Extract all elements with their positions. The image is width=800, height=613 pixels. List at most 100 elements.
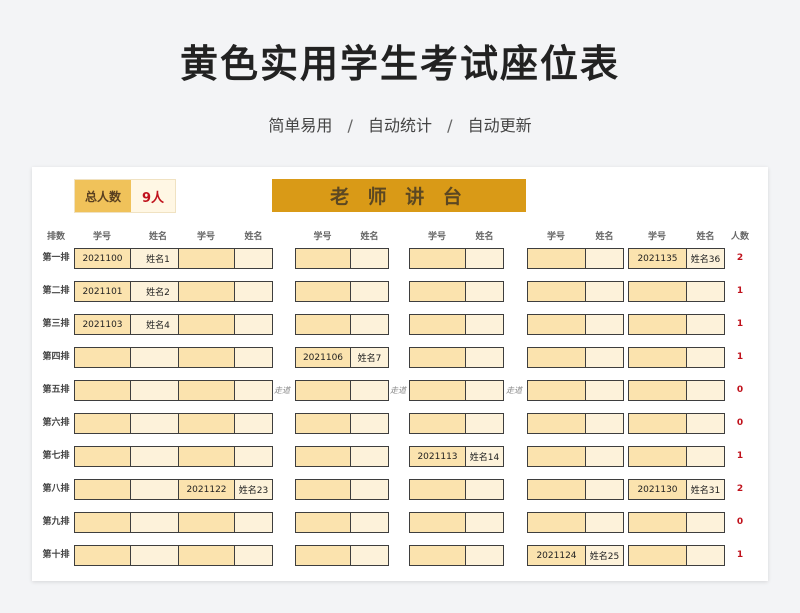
seat-student-name — [466, 282, 503, 301]
seat-student-name — [466, 381, 503, 400]
seat-student-id — [410, 414, 466, 433]
seat-student-name — [235, 414, 272, 433]
seat-cell[interactable] — [178, 545, 273, 566]
row-label: 第五排 — [42, 385, 70, 395]
seat-cell[interactable]: 2021101 姓名2 — [74, 281, 186, 302]
seat-cell[interactable]: 2021135 姓名36 — [628, 248, 725, 269]
seat-student-name — [351, 315, 388, 334]
seat-student-name — [351, 381, 388, 400]
seat-cell[interactable] — [527, 479, 624, 500]
seat-cell[interactable] — [409, 248, 504, 269]
seat-student-id — [629, 282, 687, 301]
seat-student-name — [235, 282, 272, 301]
seat-cell[interactable] — [295, 545, 389, 566]
header-student-id: 学号 — [427, 232, 446, 242]
seat-cell[interactable] — [178, 281, 273, 302]
seat-student-id — [75, 414, 131, 433]
row-label: 第三排 — [42, 319, 70, 329]
seat-cell[interactable]: 2021130 姓名31 — [628, 479, 725, 500]
seat-cell[interactable] — [295, 413, 389, 434]
seat-cell[interactable] — [295, 512, 389, 533]
seat-student-name — [131, 447, 185, 466]
seat-student-id: 2021122 — [179, 480, 235, 499]
seat-cell[interactable] — [409, 281, 504, 302]
seat-cell[interactable] — [74, 380, 186, 401]
seat-cell[interactable] — [74, 347, 186, 368]
seat-cell[interactable] — [409, 380, 504, 401]
seat-student-name — [131, 513, 185, 532]
seat-cell[interactable] — [178, 446, 273, 467]
seat-cell[interactable] — [74, 413, 186, 434]
seat-cell[interactable] — [628, 512, 725, 533]
seat-student-id — [410, 249, 466, 268]
seat-cell[interactable] — [178, 512, 273, 533]
seat-student-id — [75, 381, 131, 400]
seat-cell[interactable] — [628, 281, 725, 302]
seat-cell[interactable] — [295, 479, 389, 500]
seat-cell[interactable] — [527, 248, 624, 269]
seat-student-name — [586, 513, 623, 532]
seat-cell[interactable] — [178, 248, 273, 269]
seat-cell[interactable] — [628, 314, 725, 335]
seat-cell[interactable]: 2021122 姓名23 — [178, 479, 273, 500]
seat-cell[interactable] — [74, 545, 186, 566]
seat-cell[interactable] — [527, 413, 624, 434]
seat-student-id — [75, 480, 131, 499]
seat-cell[interactable] — [409, 347, 504, 368]
seat-cell[interactable] — [628, 446, 725, 467]
seat-student-id: 2021103 — [75, 315, 131, 334]
seat-cell[interactable] — [628, 347, 725, 368]
seat-student-id — [629, 315, 687, 334]
seat-cell[interactable]: 2021103 姓名4 — [74, 314, 186, 335]
seat-student-id — [296, 282, 351, 301]
seat-cell[interactable] — [409, 545, 504, 566]
header-student-id: 学号 — [647, 232, 666, 242]
seat-cell[interactable] — [628, 413, 725, 434]
row-count: 2 — [736, 253, 744, 263]
seat-cell[interactable] — [295, 380, 389, 401]
seat-cell[interactable] — [295, 248, 389, 269]
seat-cell[interactable] — [178, 413, 273, 434]
seat-cell[interactable]: 2021106 姓名7 — [295, 347, 389, 368]
seat-cell[interactable]: 2021100 姓名1 — [74, 248, 186, 269]
seat-cell[interactable] — [178, 347, 273, 368]
seat-cell[interactable] — [409, 479, 504, 500]
seat-cell[interactable] — [628, 545, 725, 566]
seat-cell[interactable] — [527, 347, 624, 368]
seat-student-name — [586, 480, 623, 499]
seat-student-id — [629, 348, 687, 367]
row-count: 1 — [736, 319, 744, 329]
seat-cell[interactable] — [295, 446, 389, 467]
seat-student-id — [629, 513, 687, 532]
seat-student-id — [75, 513, 131, 532]
seat-cell[interactable] — [74, 446, 186, 467]
seat-student-id — [296, 414, 351, 433]
seat-student-name — [586, 249, 623, 268]
seat-student-name — [466, 513, 503, 532]
header-student-id: 学号 — [196, 232, 215, 242]
seat-student-id — [528, 348, 586, 367]
row-label: 第八排 — [42, 484, 70, 494]
seat-cell[interactable]: 2021113 姓名14 — [409, 446, 504, 467]
seat-cell[interactable]: 2021124 姓名25 — [527, 545, 624, 566]
seat-cell[interactable] — [178, 380, 273, 401]
seat-student-name — [235, 348, 272, 367]
seat-cell[interactable] — [295, 281, 389, 302]
seat-cell[interactable] — [409, 413, 504, 434]
seat-cell[interactable] — [295, 314, 389, 335]
seat-cell[interactable] — [74, 479, 186, 500]
row-count: 0 — [736, 418, 744, 428]
seat-cell[interactable] — [628, 380, 725, 401]
seat-student-name — [351, 546, 388, 565]
seat-student-id — [528, 480, 586, 499]
header-student-name: 姓名 — [244, 232, 263, 242]
seat-cell[interactable] — [178, 314, 273, 335]
seat-cell[interactable] — [527, 380, 624, 401]
seat-cell[interactable] — [527, 314, 624, 335]
seat-cell[interactable] — [409, 512, 504, 533]
seat-cell[interactable] — [527, 446, 624, 467]
seat-cell[interactable] — [527, 512, 624, 533]
seat-cell[interactable] — [527, 281, 624, 302]
seat-cell[interactable] — [409, 314, 504, 335]
seat-cell[interactable] — [74, 512, 186, 533]
